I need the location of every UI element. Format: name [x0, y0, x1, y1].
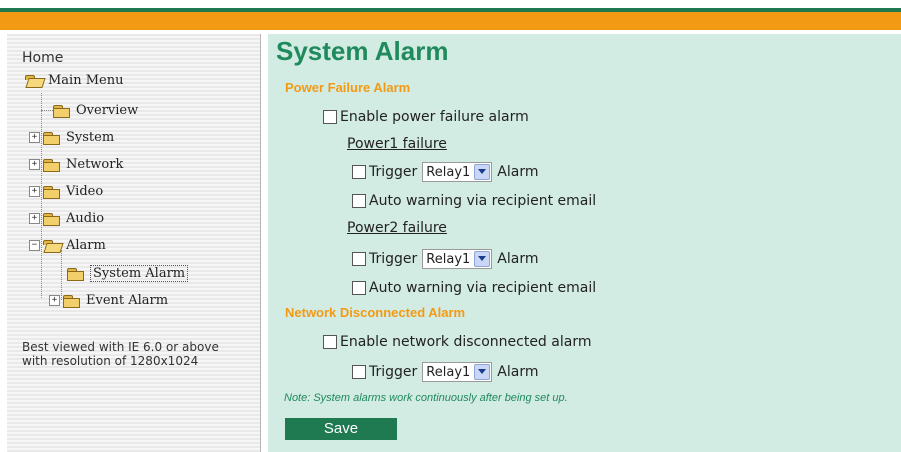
checkbox-label: Auto warning via recipient email	[369, 280, 597, 296]
tree-label: Audio	[66, 211, 105, 226]
power2-heading-row: Power2 failure	[347, 220, 447, 236]
note-text: Note: System alarms work continuously af…	[284, 392, 568, 404]
power1-trigger-row: Trigger Relay1 Alarm	[352, 162, 539, 182]
page-title: System Alarm	[276, 36, 449, 66]
trigger-label: Trigger	[369, 364, 418, 380]
power2-trigger-checkbox[interactable]	[352, 252, 366, 266]
content-area	[268, 34, 901, 452]
tree-item-network[interactable]: + Network	[29, 157, 123, 172]
expand-icon[interactable]: +	[29, 186, 40, 197]
tree-label: Network	[66, 157, 124, 172]
checkbox-label: Enable network disconnected alarm	[340, 334, 592, 350]
network-disconnected-heading: Network Disconnected Alarm	[285, 305, 466, 320]
trigger-label: Trigger	[369, 251, 418, 267]
expand-icon[interactable]: +	[29, 213, 40, 224]
trigger-label: Trigger	[369, 164, 418, 180]
chevron-down-icon[interactable]	[474, 164, 491, 180]
tree-label-selected: System Alarm	[90, 265, 189, 282]
folder-icon	[53, 104, 70, 118]
tree-item-audio[interactable]: + Audio	[29, 211, 104, 226]
chevron-down-icon[interactable]	[474, 251, 491, 267]
enable-power-failure-row: Enable power failure alarm	[323, 109, 529, 125]
browser-recommendation: Best viewed with IE 6.0 or above with re…	[22, 340, 219, 368]
alarm-label: Alarm	[497, 164, 539, 180]
enable-power-failure-checkbox[interactable]	[323, 110, 337, 124]
tree-item-alarm[interactable]: − Alarm	[29, 238, 106, 253]
power1-trigger-checkbox[interactable]	[352, 165, 366, 179]
top-banner	[0, 0, 901, 34]
folder-icon	[63, 294, 80, 308]
folder-icon	[43, 185, 60, 199]
power1-failure-heading: Power1 failure	[347, 136, 447, 152]
tree-label: Event Alarm	[86, 293, 169, 308]
tree-label: Video	[66, 184, 104, 199]
home-link[interactable]: Home	[22, 50, 63, 66]
checkbox-label: Auto warning via recipient email	[369, 193, 597, 209]
network-trigger-row: Trigger Relay1 Alarm	[352, 362, 539, 382]
folder-icon	[43, 212, 60, 226]
power1-relay-select[interactable]: Relay1	[422, 162, 493, 182]
folder-icon	[67, 267, 84, 281]
expand-icon[interactable]: +	[29, 159, 40, 170]
save-button[interactable]: Save	[285, 418, 397, 440]
folder-icon	[43, 158, 60, 172]
folder-icon	[43, 131, 60, 145]
alarm-label: Alarm	[497, 364, 539, 380]
tree-item-system[interactable]: + System	[29, 130, 114, 145]
tree-label: System	[66, 130, 115, 145]
tree-label: Overview	[76, 103, 139, 118]
power2-trigger-row: Trigger Relay1 Alarm	[352, 249, 539, 269]
tree-item-overview[interactable]: Overview	[53, 103, 138, 118]
tree-label: Main Menu	[48, 73, 124, 88]
expand-icon[interactable]: +	[29, 132, 40, 143]
banner-orange-stripe	[0, 12, 901, 30]
select-value: Relay1	[426, 251, 471, 267]
network-relay-select[interactable]: Relay1	[422, 362, 493, 382]
power-failure-heading: Power Failure Alarm	[285, 80, 411, 95]
power1-auto-warning-row: Auto warning via recipient email	[352, 193, 596, 209]
alarm-label: Alarm	[497, 251, 539, 267]
open-folder-icon	[43, 239, 60, 252]
collapse-icon[interactable]: −	[29, 240, 40, 251]
enable-network-row: Enable network disconnected alarm	[323, 334, 591, 350]
power1-auto-warning-checkbox[interactable]	[352, 194, 366, 208]
select-value: Relay1	[426, 164, 471, 180]
power2-auto-warning-row: Auto warning via recipient email	[352, 280, 596, 296]
tree-item-video[interactable]: + Video	[29, 184, 103, 199]
select-value: Relay1	[426, 364, 471, 380]
power2-relay-select[interactable]: Relay1	[422, 249, 493, 269]
expand-icon[interactable]: +	[49, 295, 60, 306]
open-folder-icon	[25, 74, 42, 87]
network-trigger-checkbox[interactable]	[352, 365, 366, 379]
power2-failure-heading: Power2 failure	[347, 220, 447, 236]
tree-item-system-alarm[interactable]: System Alarm	[67, 265, 189, 282]
tree-main-menu[interactable]: Main Menu	[25, 73, 123, 88]
checkbox-label: Enable power failure alarm	[340, 109, 529, 125]
enable-network-checkbox[interactable]	[323, 335, 337, 349]
power2-auto-warning-checkbox[interactable]	[352, 281, 366, 295]
chevron-down-icon[interactable]	[474, 364, 491, 380]
tree-label: Alarm	[66, 238, 106, 253]
power1-heading-row: Power1 failure	[347, 136, 447, 152]
tree-item-event-alarm[interactable]: + Event Alarm	[49, 293, 168, 308]
